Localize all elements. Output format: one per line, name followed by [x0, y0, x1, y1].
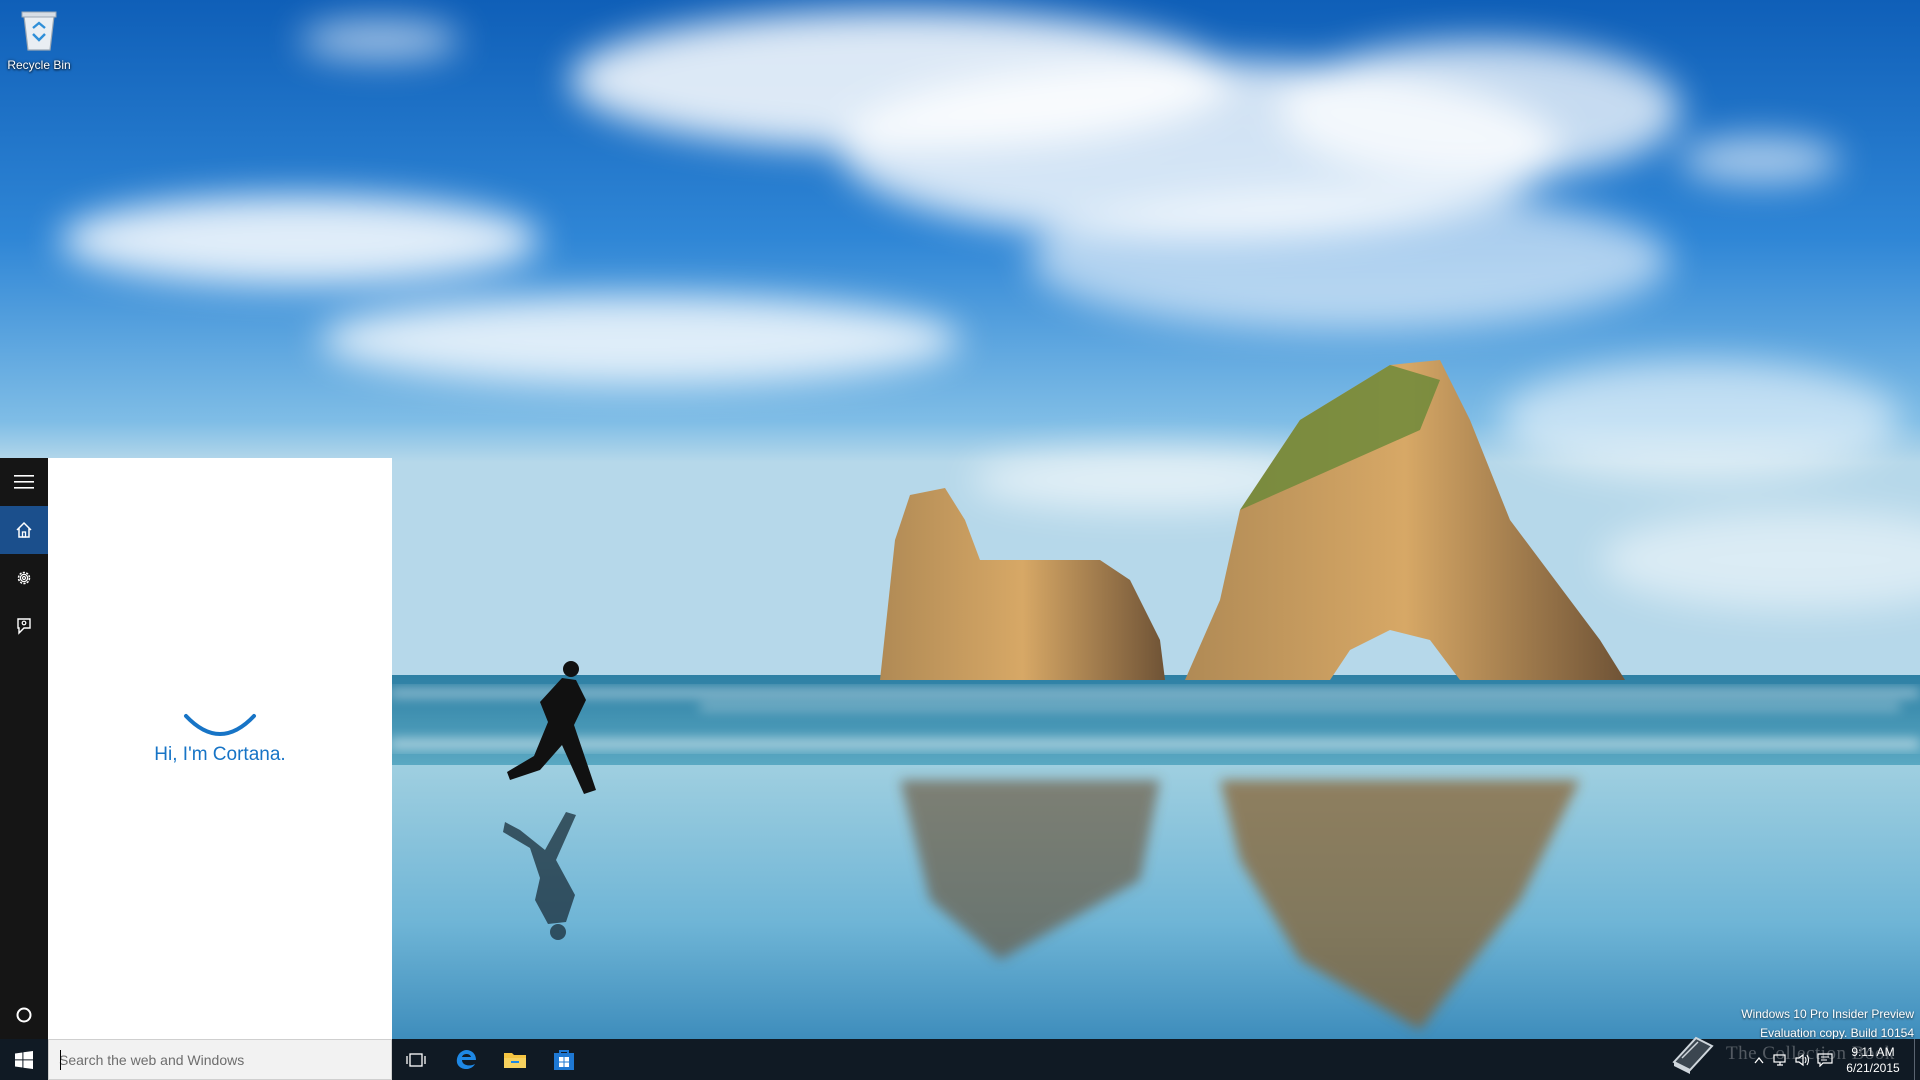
cortana-circle-icon: [16, 1007, 32, 1023]
cortana-settings-button[interactable]: [0, 554, 48, 602]
task-view-icon: [406, 1052, 426, 1067]
search-input[interactable]: [49, 1040, 391, 1079]
cortana-greeting: Hi, I'm Cortana.: [154, 744, 286, 765]
recycle-bin-label: Recycle Bin: [7, 58, 71, 72]
start-button[interactable]: [0, 1039, 48, 1080]
edge-taskbar-button[interactable]: [445, 1039, 487, 1080]
file-explorer-taskbar-button[interactable]: [494, 1039, 536, 1080]
home-icon: [16, 521, 32, 538]
show-desktop-button[interactable]: [1914, 1039, 1920, 1080]
cortana-home-button[interactable]: [0, 506, 48, 554]
folder-icon: [504, 1052, 526, 1068]
task-view-button[interactable]: [395, 1039, 437, 1080]
text-caret: [60, 1050, 61, 1070]
edge-icon: [456, 1049, 476, 1069]
store-taskbar-button[interactable]: [543, 1039, 585, 1080]
watermark-line-1: Windows 10 Pro Insider Preview: [1741, 1007, 1914, 1021]
cortana-smile-icon: [184, 714, 256, 736]
recycle-bin-icon: [21, 11, 57, 51]
cortana-feedback-button[interactable]: [0, 602, 48, 650]
hamburger-menu-button[interactable]: [0, 458, 48, 506]
recycle-bin-desktop-icon[interactable]: Recycle Bin: [4, 6, 74, 72]
feedback-icon: [17, 618, 31, 635]
cortana-circle-button[interactable]: [0, 991, 48, 1039]
brand-overlay: The Collection Book: [1668, 1030, 1898, 1078]
cortana-pane: Hi, I'm Cortana.: [48, 458, 392, 1039]
book-logo-icon: [1672, 1036, 1714, 1074]
hamburger-icon: [14, 475, 34, 489]
search-box[interactable]: [48, 1039, 392, 1080]
taskbar: 9:11 AM 6/21/2015: [0, 1039, 1920, 1080]
windows-logo-icon: [15, 1050, 33, 1069]
cortana-rail: [0, 458, 48, 1039]
brand-overlay-text: The Collection Book: [1726, 1043, 1895, 1064]
store-icon: [554, 1049, 574, 1070]
gear-icon: [17, 571, 31, 585]
